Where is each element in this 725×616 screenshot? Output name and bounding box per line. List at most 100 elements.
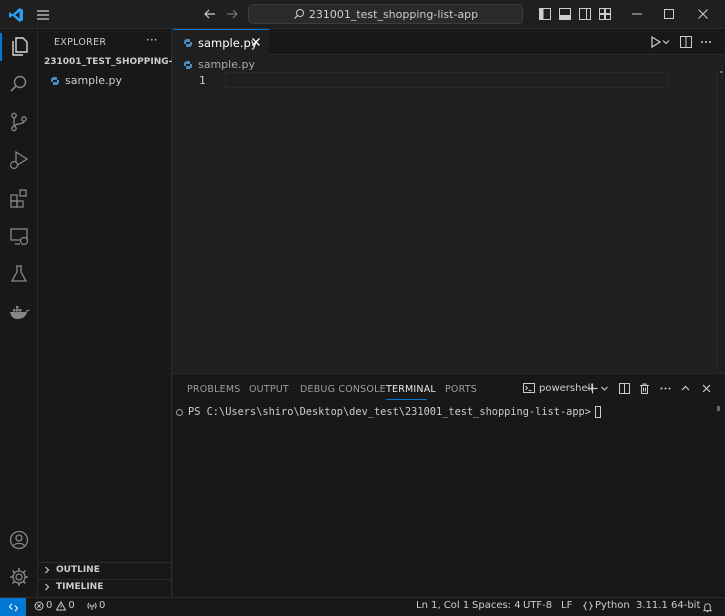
language-mode[interactable]: Python [583, 600, 630, 611]
split-editor-icon[interactable] [679, 35, 693, 49]
problems-status[interactable]: 0 0 [34, 600, 75, 611]
testing-flask-icon[interactable] [8, 263, 30, 285]
editor-scrollbar[interactable] [716, 69, 725, 369]
editor-area: sample.py sample.py 1 [173, 29, 725, 372]
timeline-section[interactable]: TIMELINE [42, 582, 103, 592]
toggle-primary-sidebar-icon[interactable] [538, 7, 552, 21]
python-interpreter[interactable]: 3.11.1 64-bit [636, 600, 700, 611]
error-count: 0 [46, 600, 53, 611]
close-panel-icon[interactable] [700, 382, 713, 395]
remote-icon [8, 602, 18, 612]
error-icon [34, 601, 44, 610]
tab-sample-py[interactable]: sample.py [173, 29, 269, 55]
tab-debug-console[interactable]: DEBUG CONSOLE [300, 384, 386, 395]
search-icon[interactable] [8, 73, 30, 95]
status-bar: 0 0 0 Ln 1, Col 1 Spaces: 4 UTF-8 LF Pyt… [0, 597, 725, 616]
outline-section[interactable]: OUTLINE [42, 565, 100, 575]
chevron-right-icon [45, 583, 50, 591]
python-file-icon [51, 76, 59, 85]
terminal-cursor [594, 406, 601, 418]
new-terminal-icon[interactable] [586, 382, 599, 395]
chevron-right-icon [45, 566, 50, 574]
activity-bar [0, 29, 38, 597]
source-control-icon[interactable] [8, 111, 30, 133]
extensions-icon[interactable] [8, 187, 30, 209]
warning-count: 0 [68, 600, 75, 611]
minimize-icon[interactable] [630, 7, 644, 21]
tab-ports[interactable]: PORTS [445, 384, 477, 395]
warning-icon [56, 600, 67, 610]
tab-terminal[interactable]: TERMINAL [386, 384, 436, 395]
vscode-logo-icon [9, 8, 23, 22]
remote-explorer-icon[interactable] [8, 225, 30, 247]
arrow-left-icon[interactable] [202, 6, 218, 22]
close-icon[interactable] [250, 36, 262, 48]
cursor-position[interactable]: Ln 1, Col 1 [416, 600, 469, 611]
remote-indicator[interactable] [0, 598, 26, 616]
chevron-down-icon[interactable] [600, 382, 609, 395]
toggle-secondary-sidebar-icon[interactable] [578, 7, 592, 21]
active-tab-indicator [386, 399, 427, 400]
more-actions-icon[interactable] [699, 35, 713, 49]
folder-name: 231001_TEST_SHOPPING-L... [44, 57, 172, 67]
outline-label: OUTLINE [56, 565, 100, 575]
notifications-bell-icon[interactable] [702, 602, 713, 613]
accounts-icon[interactable] [8, 529, 30, 551]
breadcrumb[interactable]: sample.py [183, 58, 255, 71]
menu-icon[interactable] [35, 7, 51, 23]
close-window-icon[interactable] [696, 7, 710, 21]
search-text: 231001_test_shopping-list-app [308, 7, 479, 21]
indentation[interactable]: Spaces: 4 [472, 600, 521, 611]
terminal-scrollbar[interactable] [717, 406, 720, 411]
trash-icon[interactable] [638, 382, 651, 395]
toggle-panel-icon[interactable] [558, 7, 572, 21]
settings-gear-icon[interactable] [8, 566, 30, 588]
ports-status[interactable]: 0 [87, 600, 105, 611]
file-item-sample-py[interactable]: sample.py [50, 74, 122, 87]
more-actions-icon[interactable] [659, 382, 672, 395]
radio-tower-icon [87, 602, 97, 610]
braces-icon [583, 601, 593, 610]
file-name: sample.py [65, 74, 122, 87]
scrollbar-thumb[interactable] [720, 71, 723, 73]
terminal-prompt: PS C:\Users\shiro\Desktop\dev_test\23100… [188, 406, 591, 418]
python-file-icon [184, 60, 192, 69]
explorer-files-icon[interactable] [8, 35, 30, 57]
workspace-folder[interactable]: 231001_TEST_SHOPPING-L... [42, 57, 172, 67]
command-decoration-icon [176, 408, 183, 416]
language-label: Python [595, 600, 630, 611]
terminal-instance[interactable]: powershell [523, 382, 593, 394]
divider [38, 579, 172, 580]
chevron-down-icon[interactable] [661, 35, 671, 49]
bottom-panel: PROBLEMS OUTPUT DEBUG CONSOLE TERMINAL P… [173, 373, 725, 597]
run-debug-icon[interactable] [8, 149, 30, 171]
timeline-label: TIMELINE [56, 582, 104, 592]
chevron-up-icon[interactable] [679, 382, 692, 395]
docker-icon[interactable] [8, 301, 30, 323]
explorer-sidebar: EXPLORER ··· 231001_TEST_SHOPPING-L... s… [38, 29, 172, 597]
divider [38, 562, 172, 563]
more-actions-button[interactable]: ··· [146, 33, 157, 47]
python-file-icon [184, 38, 192, 47]
arrow-right-icon[interactable] [224, 6, 240, 22]
split-terminal-icon[interactable] [618, 382, 631, 395]
command-center-search[interactable]: 231001_test_shopping-list-app [248, 4, 523, 24]
line-number: 1 [199, 74, 206, 87]
search-icon [293, 9, 304, 19]
terminal-icon [523, 383, 535, 393]
code-editor-current-line[interactable] [225, 72, 669, 88]
terminal-output[interactable]: PS C:\Users\shiro\Desktop\dev_test\23100… [176, 406, 601, 418]
editor-tab-bar: sample.py [173, 29, 725, 55]
customize-layout-icon[interactable] [598, 7, 612, 21]
end-of-line[interactable]: LF [561, 600, 572, 611]
active-indicator [0, 33, 2, 61]
tab-label: sample.py [198, 35, 258, 50]
ports-count: 0 [99, 600, 106, 611]
title-bar: 231001_test_shopping-list-app [0, 0, 725, 29]
maximize-icon[interactable] [662, 7, 676, 21]
sidebar-title: EXPLORER [54, 37, 107, 48]
encoding[interactable]: UTF-8 [523, 600, 552, 611]
tab-problems[interactable]: PROBLEMS [187, 384, 240, 395]
tab-output[interactable]: OUTPUT [249, 384, 289, 395]
breadcrumb-file: sample.py [198, 58, 255, 71]
